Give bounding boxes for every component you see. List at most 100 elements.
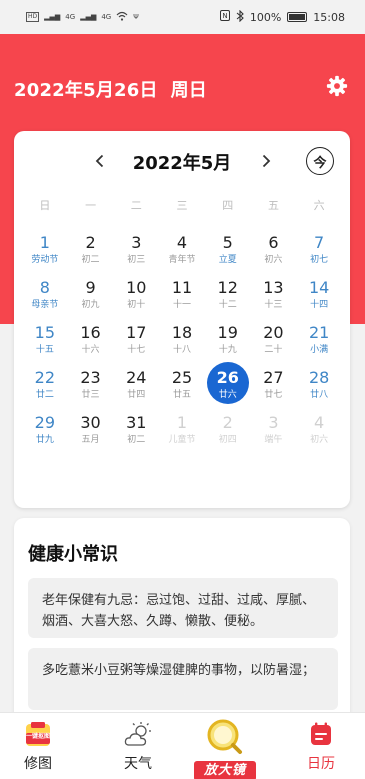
day-lunar-label: 廿五 [172,390,191,400]
day-lunar-label: 廿二 [35,390,54,400]
calendar-day[interactable]: 23 廿三 [68,364,114,409]
calendar-day[interactable]: 2 初四 [205,409,251,454]
day-number: 27 [263,368,284,387]
calendar-day-selected[interactable]: 26 廿六 [205,362,251,409]
tab-calendar[interactable]: 日历 [286,713,356,779]
day-lunar-label: 青年节 [168,255,196,265]
day-grid: 1 劳动节 2 初二 3 初三 4 青年节 5 立夏 6 初六 7 初七 8 母亲节 9 初九 10 初十 11 十一 12… [22,229,342,454]
calendar-day[interactable]: 5 立夏 [205,229,251,274]
day-lunar-label: 十五 [35,345,54,355]
calendar-day[interactable]: 2 初二 [68,229,114,274]
calendar-day[interactable]: 13 十三 [251,274,297,319]
day-number: 16 [80,323,101,342]
calendar-day[interactable]: 14 十四 [296,274,342,319]
day-lunar-label: 初七 [310,255,329,265]
calendar-day[interactable]: 24 廿四 [113,364,159,409]
gear-icon[interactable] [325,74,349,98]
calendar-day[interactable]: 29 廿九 [22,409,68,454]
calendar-day[interactable]: 10 初十 [113,274,159,319]
day-number: 3 [268,413,279,432]
health-title: 健康小常识 [28,544,118,565]
calendar-day[interactable]: 31 初二 [113,409,159,454]
tab-weather[interactable]: 天气 [103,713,173,779]
svg-text:N: N [222,12,227,20]
calendar-day[interactable]: 6 初六 [251,229,297,274]
weekday-label: 四 [222,199,234,212]
calendar-day[interactable]: 3 初三 [113,229,159,274]
calendar-day[interactable]: 1 劳动节 [22,229,68,274]
day-number: 10 [126,278,147,297]
day-lunar-label: 二十 [264,345,283,355]
calendar-day[interactable]: 4 初六 [296,409,342,454]
calendar-day[interactable]: 8 母亲节 [22,274,68,319]
day-number: 8 [39,278,50,297]
calendar-day[interactable]: 3 端午 [251,409,297,454]
photo-edit-icon: 一键抠图 [23,721,53,749]
calendar-day[interactable]: 4 青年节 [159,229,205,274]
calendar-day[interactable]: 18 十八 [159,319,205,364]
tab-edit-label: 修图 [24,756,52,772]
calendar-day[interactable]: 21 小满 [296,319,342,364]
calendar-day[interactable]: 12 十二 [205,274,251,319]
network-badge-1: 4G [65,13,76,21]
day-lunar-label: 十九 [218,345,237,355]
calendar-day[interactable]: 7 初七 [296,229,342,274]
signal-icon-2: ▂▄▆ [80,13,97,21]
day-lunar-label: 廿三 [81,390,100,400]
next-month-button[interactable] [254,149,278,173]
health-tip[interactable]: 多吃薏米小豆粥等燥湿健脾的事物，以防暑湿； [28,648,338,710]
weekday-label: 六 [313,199,325,212]
calendar-day[interactable]: 28 廿八 [296,364,342,409]
day-lunar-label: 十二 [218,300,237,310]
tab-magnifier[interactable]: 放大镜 [190,713,260,779]
calendar-day[interactable]: 16 十六 [68,319,114,364]
day-number: 17 [126,323,147,342]
magnifier-icon: 放大镜 [190,719,260,779]
calendar-day[interactable]: 25 廿五 [159,364,205,409]
prev-month-button[interactable] [88,149,112,173]
day-lunar-label: 立夏 [218,255,237,265]
day-lunar-label: 廿七 [264,390,283,400]
day-number: 22 [34,368,56,387]
day-number: 2 [222,413,233,432]
day-number: 3 [131,233,142,252]
day-lunar-label: 十六 [81,345,100,355]
day-number: 13 [263,278,284,297]
calendar-day[interactable]: 19 十九 [205,319,251,364]
day-number: 24 [126,368,147,387]
day-lunar-label: 十一 [172,300,191,310]
calendar-day[interactable]: 11 十一 [159,274,205,319]
calendar-icon [306,721,336,749]
day-number: 9 [85,278,96,297]
tab-edit[interactable]: 一键抠图 修图 [3,713,73,779]
calendar-day[interactable]: 22 廿二 [22,364,68,409]
health-tip[interactable]: 老年保健有九忌：忌过饱、过甜、过咸、厚腻、烟酒、大喜大怒、久蹲、懒散、便秘。 [28,578,338,638]
health-card: 健康小常识 老年保健有九忌：忌过饱、过甜、过咸、厚腻、烟酒、大喜大怒、久蹲、懒散… [14,518,350,718]
today-button[interactable]: 今 [306,147,334,175]
day-number: 1 [176,413,188,432]
battery-percent: 100% [249,10,282,24]
bluetooth-icon [236,9,244,25]
calendar-day[interactable]: 30 五月 [68,409,114,454]
calendar-day[interactable]: 15 十五 [22,319,68,364]
status-time: 15:08 [313,10,345,24]
day-number: 15 [34,323,56,342]
day-lunar-label: 十八 [172,345,191,355]
day-lunar-label: 儿童节 [168,435,196,445]
day-lunar-label: 劳动节 [31,255,59,265]
calendar-day[interactable]: 27 廿七 [251,364,297,409]
tab-calendar-label: 日历 [307,756,335,772]
calendar-day[interactable]: 20 二十 [251,319,297,364]
calendar-day[interactable]: 1 儿童节 [159,409,205,454]
day-number: 21 [308,323,330,342]
battery-icon [287,12,308,22]
day-lunar-label: 小满 [310,345,329,355]
calendar-header: 2022年5月 今 [14,146,350,176]
calendar-day[interactable]: 9 初九 [68,274,114,319]
calendar-day[interactable]: 17 十七 [113,319,159,364]
day-lunar-label: 初四 [218,435,237,445]
header-date: 2022年5月26日 周日 [14,80,208,101]
weekday-row: 日 一 二 三 四 五 六 [22,197,342,213]
day-number: 26 [216,368,239,387]
weather-cloud-sun-icon [123,721,153,749]
